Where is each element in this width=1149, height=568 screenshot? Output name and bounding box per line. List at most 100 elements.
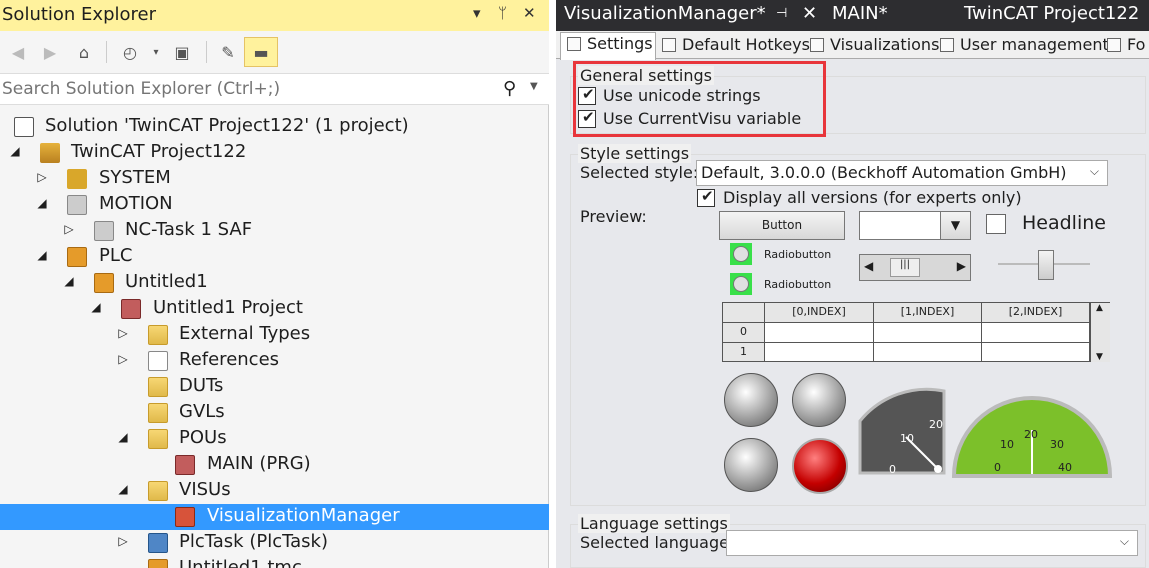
toolbar-separator [106,41,107,63]
tab-settings[interactable]: Settings [560,32,656,60]
expanded-arrow-icon[interactable]: ◢ [116,430,130,446]
history-icon[interactable]: ◴ [118,40,142,64]
collapsed-arrow-icon[interactable]: ▷ [62,222,76,238]
tree-node[interactable]: ▷ References [0,348,549,374]
folder-open-icon [148,429,168,449]
history-dropdown-icon[interactable]: ▾ [144,40,168,64]
tab-visualization-manager[interactable]: VisualizationManager* [564,3,766,24]
gauge1-tick: 0 [889,463,896,476]
chevron-down-icon: ⌵ [1119,534,1129,548]
tree-node[interactable]: ◢ TwinCAT Project122 [0,140,549,166]
preview-combobox-arrow-icon: ▼ [940,212,970,239]
tree-node[interactable]: MAIN (PRG) [0,452,549,478]
back-icon[interactable]: ◀ [6,40,30,64]
table-header: [2,INDEX] [982,303,1090,323]
expanded-arrow-icon[interactable]: ◢ [8,144,22,160]
tab-font[interactable]: Fo [1101,34,1145,59]
home-icon[interactable]: ⌂ [72,40,96,64]
tab-visualizations[interactable]: Visualizations [804,34,939,59]
preview-lamp-icon [792,438,848,494]
tree-node[interactable]: GVLs [0,400,549,426]
tree-node[interactable]: ◢ POUs [0,426,549,452]
tree-node[interactable]: ◢ MOTION [0,192,549,218]
document-tab-strip: VisualizationManager* ⊣ ✕ MAIN* TwinCAT … [556,0,1149,31]
annotation-highlight-box [573,61,826,137]
table-cell [874,343,982,362]
solution-explorer-titlebar: Solution Explorer ▾ ᛘ ✕ [0,0,549,31]
display-all-versions-label: Display all versions (for experts only) [723,188,1022,207]
preview-button: Button [719,211,845,240]
table-header: [0,INDEX] [765,303,874,323]
close-tab-icon[interactable]: ✕ [802,3,817,24]
tree-node[interactable]: ▷ SYSTEM [0,166,549,192]
pin-icon[interactable]: ⊣ [776,6,787,21]
visualizations-icon [810,38,824,52]
tree-node-label: GVLs [179,401,225,422]
tab-default-hotkeys[interactable]: Default Hotkeys [656,34,810,59]
tab-user-management[interactable]: User management [934,34,1109,59]
expanded-arrow-icon[interactable]: ◢ [62,274,76,290]
search-input[interactable] [2,77,482,101]
style-settings-title: Style settings [578,144,692,163]
solution-icon [14,117,34,137]
tree-node[interactable]: ▷ External Types [0,322,549,348]
window-menu-icon[interactable]: ▾ [473,4,481,22]
pin-icon[interactable]: ᛘ [498,4,507,22]
expanded-arrow-icon[interactable]: ◢ [116,482,130,498]
collapsed-arrow-icon[interactable]: ▷ [116,534,130,550]
scroll-left-icon: ◀ [864,259,874,273]
tree-node-label: Solution 'TwinCAT Project122' (1 project… [45,115,409,136]
search-icon[interactable]: ⚲ [503,78,516,99]
tree-node[interactable]: Untitled1.tmc [0,556,549,568]
table-cell [765,343,874,362]
tmc-file-icon [148,559,168,568]
preview-toggle-icon[interactable]: ▬ [244,37,278,67]
tree-node[interactable]: ◢ Untitled1 [0,270,549,296]
tree-node-label: VISUs [179,479,231,500]
tab-label: Default Hotkeys [682,35,810,54]
properties-wrench-icon[interactable]: ✎ [216,40,240,64]
display-all-versions-checkbox[interactable]: ✔ [697,187,715,207]
gauge2-tick: 40 [1058,461,1072,474]
preview-checkbox [986,214,1006,234]
solution-explorer-panel: Solution Explorer ▾ ᛘ ✕ ◀ ▶ ⌂ ◴ ▾ ▣ ✎ ▬ … [0,0,549,568]
tree-node[interactable]: ◢ VISUs [0,478,549,504]
settings-icon [567,37,581,51]
tree-node-label: MAIN (PRG) [207,453,311,474]
collapsed-arrow-icon[interactable]: ▷ [116,326,130,342]
users-icon [940,38,954,52]
table-scrollbar: ▲ ▼ [1090,303,1110,362]
collapsed-arrow-icon[interactable]: ▷ [35,170,49,186]
motion-icon [67,195,87,215]
selected-language-dropdown[interactable]: ⌵ [726,530,1138,556]
folder-icon [148,325,168,345]
tree-node[interactable]: Solution 'TwinCAT Project122' (1 project… [0,114,549,140]
tree-node-label: External Types [179,323,311,344]
tab-label: Visualizations [830,35,940,54]
tree-node[interactable]: ◢ Untitled1 Project [0,296,549,322]
forward-icon[interactable]: ▶ [38,40,62,64]
nc-task-icon [94,221,114,241]
tab-main[interactable]: MAIN* [832,3,888,24]
scroll-down-icon: ▼ [1096,352,1103,362]
selected-style-dropdown[interactable]: Default, 3.0.0.0 (Beckhoff Automation Gm… [696,160,1108,186]
gauge1-tick: 10 [900,432,914,445]
tree-node[interactable]: ◢ PLC [0,244,549,270]
expanded-arrow-icon[interactable]: ◢ [89,300,103,316]
tree-node[interactable]: ▷ PlcTask (PlcTask) [0,530,549,556]
tree-node[interactable]: DUTs [0,374,549,400]
expanded-arrow-icon[interactable]: ◢ [35,196,49,212]
tree-node[interactable]: ▷ NC-Task 1 SAF [0,218,549,244]
table-row-header: 1 [723,343,765,362]
expanded-arrow-icon[interactable]: ◢ [35,248,49,264]
solution-explorer-title: Solution Explorer [2,4,156,25]
search-options-chevron-icon[interactable]: ▼ [530,81,538,92]
tree-node[interactable]: VisualizationManager [0,504,549,530]
preview-scrollbar: ◀ ||| ▶ [859,254,971,281]
close-icon[interactable]: ✕ [523,4,536,22]
table-header: [1,INDEX] [874,303,982,323]
tree-node-label: Untitled1.tmc [179,557,302,568]
preview-slider-thumb [1038,250,1054,280]
collapse-all-icon[interactable]: ▣ [170,40,194,64]
collapsed-arrow-icon[interactable]: ▷ [116,352,130,368]
